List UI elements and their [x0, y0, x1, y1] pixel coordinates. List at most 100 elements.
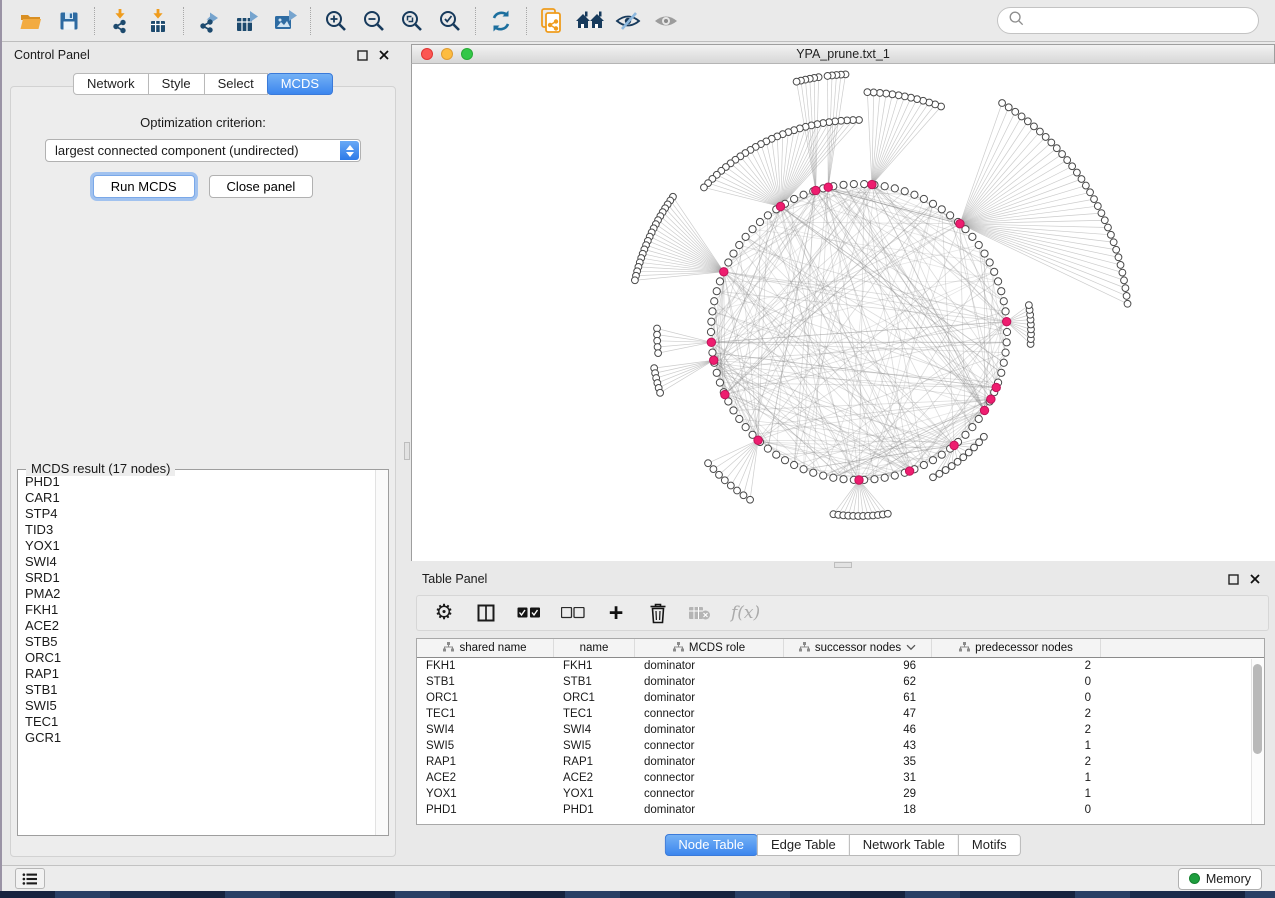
table-cell[interactable]: 2: [932, 660, 1101, 672]
float-panel-icon[interactable]: [354, 47, 370, 63]
open-session-icon[interactable]: [12, 4, 50, 38]
table-cell[interactable]: 61: [784, 692, 932, 704]
mcds-result-item[interactable]: STB1: [25, 682, 374, 698]
task-history-button[interactable]: [15, 868, 45, 889]
mcds-result-item[interactable]: PHD1: [25, 474, 374, 490]
table-row[interactable]: RAP1RAP1dominator352: [417, 754, 1264, 770]
mcds-result-item[interactable]: RAP1: [25, 666, 374, 682]
table-cell[interactable]: 0: [932, 676, 1101, 688]
mcds-result-list[interactable]: PHD1CAR1STP4TID3YOX1SWI4SRD1PMA2FKH1ACE2…: [19, 474, 374, 834]
mcds-result-item[interactable]: CAR1: [25, 490, 374, 506]
tab-motifs[interactable]: Motifs: [958, 834, 1021, 856]
table-cell[interactable]: SWI4: [554, 724, 635, 736]
import-table-icon[interactable]: [139, 4, 177, 38]
mcds-result-item[interactable]: ORC1: [25, 650, 374, 666]
table-cell[interactable]: 35: [784, 756, 932, 768]
close-panel-icon[interactable]: [376, 47, 392, 63]
search-box[interactable]: [997, 7, 1259, 34]
zoom-selected-icon[interactable]: [431, 4, 469, 38]
mcds-result-item[interactable]: ACE2: [25, 618, 374, 634]
table-cell[interactable]: dominator: [635, 724, 784, 736]
mcds-result-item[interactable]: TID3: [25, 522, 374, 538]
memory-button[interactable]: Memory: [1178, 868, 1262, 890]
tab-network-table[interactable]: Network Table: [849, 834, 959, 856]
table-cell[interactable]: dominator: [635, 804, 784, 816]
tab-select[interactable]: Select: [204, 73, 268, 95]
close-table-panel-icon[interactable]: [1247, 571, 1263, 587]
mcds-result-item[interactable]: STP4: [25, 506, 374, 522]
table-row[interactable]: ORC1ORC1dominator610: [417, 690, 1264, 706]
export-network-icon[interactable]: [190, 4, 228, 38]
table-cell[interactable]: FKH1: [417, 660, 554, 672]
mcds-list-scrollbar[interactable]: [375, 470, 388, 835]
table-cell[interactable]: ACE2: [417, 772, 554, 784]
save-session-icon[interactable]: [50, 4, 88, 38]
table-cell[interactable]: 1: [932, 772, 1101, 784]
column-header-name[interactable]: name: [554, 639, 635, 657]
network-canvas[interactable]: [411, 64, 1275, 561]
zoom-fit-icon[interactable]: [393, 4, 431, 38]
table-row[interactable]: SWI5SWI5connector431: [417, 738, 1264, 754]
table-cell[interactable]: 0: [932, 804, 1101, 816]
import-network-icon[interactable]: [101, 4, 139, 38]
table-scrollbar-thumb[interactable]: [1253, 664, 1262, 754]
table-cell[interactable]: STB1: [554, 676, 635, 688]
unselect-all-columns-icon[interactable]: [561, 600, 585, 626]
table-cell[interactable]: dominator: [635, 676, 784, 688]
table-row[interactable]: TEC1TEC1connector472: [417, 706, 1264, 722]
table-cell[interactable]: 47: [784, 708, 932, 720]
table-cell[interactable]: connector: [635, 788, 784, 800]
mcds-result-item[interactable]: GCR1: [25, 730, 374, 746]
table-cell[interactable]: connector: [635, 740, 784, 752]
tab-network[interactable]: Network: [73, 73, 149, 95]
first-neighbors-icon[interactable]: [571, 4, 609, 38]
table-cell[interactable]: 31: [784, 772, 932, 784]
mcds-result-item[interactable]: SWI5: [25, 698, 374, 714]
table-cell[interactable]: YOX1: [417, 788, 554, 800]
table-cell[interactable]: dominator: [635, 692, 784, 704]
table-cell[interactable]: dominator: [635, 660, 784, 672]
table-cell[interactable]: 1: [932, 788, 1101, 800]
create-column-icon[interactable]: +: [605, 600, 627, 626]
table-cell[interactable]: PHD1: [554, 804, 635, 816]
table-cell[interactable]: connector: [635, 772, 784, 784]
table-cell[interactable]: 43: [784, 740, 932, 752]
delete-column-trash-icon[interactable]: [647, 600, 669, 626]
tab-mcds[interactable]: MCDS: [267, 73, 333, 95]
column-header-successor-nodes[interactable]: successor nodes: [784, 639, 932, 657]
table-cell[interactable]: TEC1: [417, 708, 554, 720]
mcds-result-item[interactable]: FKH1: [25, 602, 374, 618]
table-cell[interactable]: SWI4: [417, 724, 554, 736]
mcds-result-item[interactable]: YOX1: [25, 538, 374, 554]
table-cell[interactable]: ORC1: [417, 692, 554, 704]
table-cell[interactable]: SWI5: [554, 740, 635, 752]
table-cell[interactable]: FKH1: [554, 660, 635, 672]
table-row[interactable]: STB1STB1dominator620: [417, 674, 1264, 690]
table-cell[interactable]: ORC1: [554, 692, 635, 704]
table-cell[interactable]: RAP1: [554, 756, 635, 768]
tab-edge-table[interactable]: Edge Table: [757, 834, 850, 856]
table-cell[interactable]: STB1: [417, 676, 554, 688]
column-header-MCDS-role[interactable]: MCDS role: [635, 639, 784, 657]
table-scrollbar[interactable]: [1251, 659, 1264, 824]
table-cell[interactable]: 18: [784, 804, 932, 816]
column-header-predecessor-nodes[interactable]: predecessor nodes: [932, 639, 1101, 657]
table-cell[interactable]: 2: [932, 756, 1101, 768]
table-cell[interactable]: 0: [932, 692, 1101, 704]
duplicate-network-icon[interactable]: [533, 4, 571, 38]
table-cell[interactable]: PHD1: [417, 804, 554, 816]
mcds-result-item[interactable]: PMA2: [25, 586, 374, 602]
table-row[interactable]: FKH1FKH1dominator962: [417, 658, 1264, 674]
table-cell[interactable]: dominator: [635, 756, 784, 768]
criterion-select[interactable]: largest connected component (undirected): [45, 139, 361, 162]
mcds-result-item[interactable]: SWI4: [25, 554, 374, 570]
network-graph[interactable]: [412, 64, 1275, 561]
table-cell[interactable]: SWI5: [417, 740, 554, 752]
table-cell[interactable]: connector: [635, 708, 784, 720]
function-builder-icon-disabled[interactable]: f(x): [731, 600, 760, 626]
table-cell[interactable]: TEC1: [554, 708, 635, 720]
delete-table-icon-disabled[interactable]: [689, 600, 711, 626]
mcds-result-item[interactable]: STB5: [25, 634, 374, 650]
network-titlebar[interactable]: YPA_prune.txt_1: [411, 44, 1275, 64]
zoom-out-icon[interactable]: [355, 4, 393, 38]
